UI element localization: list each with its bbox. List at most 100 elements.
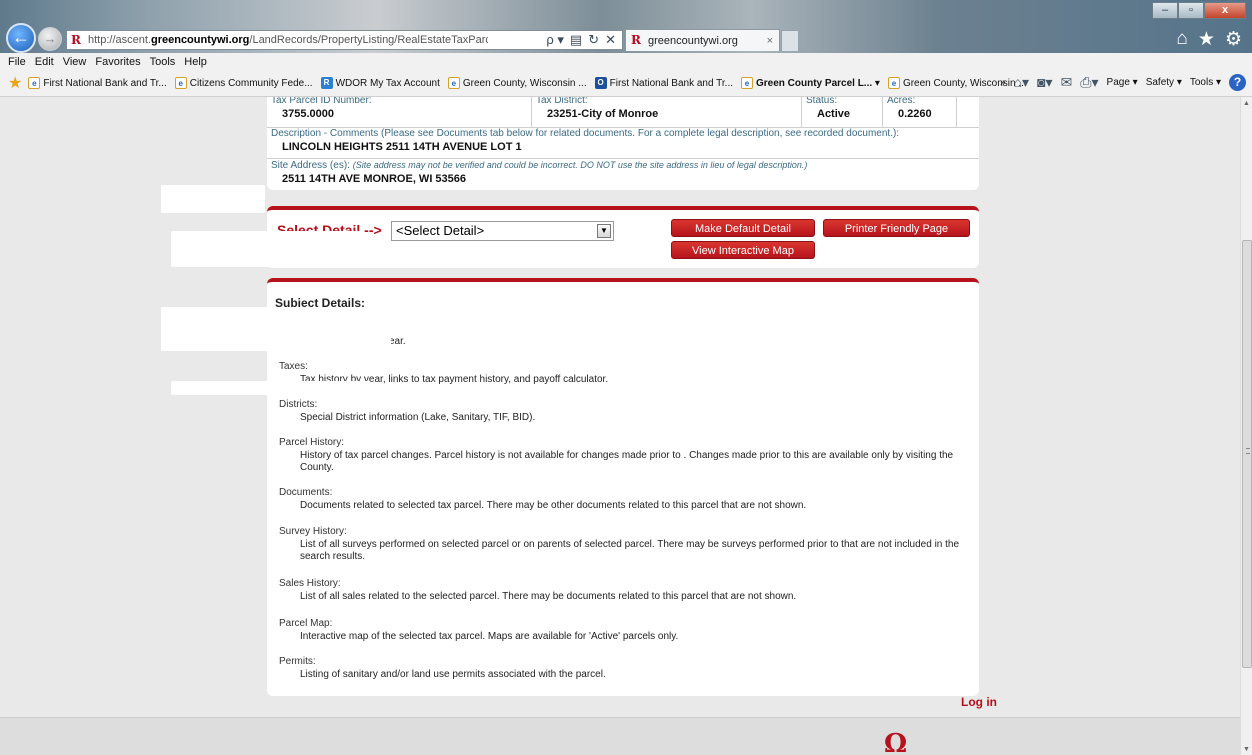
favorite-label: First National Bank and Tr... <box>43 77 167 89</box>
make-default-detail-button[interactable]: Make Default Detail <box>671 219 815 237</box>
browser-tab[interactable]: R greencountywi.org × <box>625 29 780 51</box>
compatibility-view-icon[interactable]: ▤ <box>570 32 582 48</box>
ie-page-icon: e <box>447 77 460 89</box>
vertical-scrollbar[interactable]: ▲ ▼ <box>1240 97 1252 755</box>
search-dropdown-icon[interactable]: ρ ▾ <box>546 32 564 48</box>
redaction-block <box>171 381 371 395</box>
site-address-value: 2511 14TH AVE MONROE, WI 53566 <box>282 173 467 185</box>
detail-heading: Permits: <box>279 656 316 667</box>
favorite-link[interactable]: e First National Bank and Tr... <box>28 77 167 89</box>
favorite-link[interactable]: R WDOR My Tax Account <box>320 77 440 89</box>
safety-menu[interactable]: Safety ▾ <box>1146 77 1182 88</box>
page-footer <box>0 717 1240 755</box>
ie-page-icon: e <box>174 77 187 89</box>
forward-button[interactable]: → <box>38 27 62 51</box>
refresh-icon[interactable]: ↻ <box>588 32 599 48</box>
ie-page-icon: e <box>887 77 900 89</box>
ie-page-icon: e <box>28 77 41 89</box>
detail-description: Interactive map of the selected tax parc… <box>300 631 679 642</box>
redaction-block <box>171 231 361 267</box>
tab-title: greencountywi.org <box>648 34 738 47</box>
view-interactive-map-button[interactable]: View Interactive Map <box>671 241 815 259</box>
minimize-button[interactable]: – <box>1152 2 1178 19</box>
home-icon[interactable]: ⌂ <box>1176 28 1187 51</box>
log-in-link[interactable]: Log in <box>961 695 997 709</box>
menu-tools[interactable]: Tools <box>150 56 176 68</box>
browser-toolbar-icons: ⌂ ★ ⚙ <box>1176 28 1242 51</box>
detail-heading: Districts: <box>279 399 318 410</box>
detail-heading: Survey History: <box>279 526 347 537</box>
scroll-up-icon[interactable]: ▲ <box>1243 100 1250 107</box>
detail-description: History of tax parcel changes. Parcel hi… <box>300 450 954 473</box>
tools-menu[interactable]: Tools ▾ <box>1190 77 1221 88</box>
parcel-summary-panel: Tax Parcel ID Number: 3755.0000 Tax Dist… <box>267 97 979 190</box>
detail-description: Documents related to selected tax parcel… <box>300 500 807 511</box>
page-menu[interactable]: Page ▾ <box>1107 77 1138 88</box>
menu-view[interactable]: View <box>63 56 87 68</box>
mail-icon[interactable]: ✉ <box>1061 74 1073 91</box>
back-button[interactable]: ← <box>6 23 36 53</box>
detail-heading: Sales History: <box>279 578 341 589</box>
detail-heading: Parcel Map: <box>279 618 333 629</box>
bank-icon: O <box>594 77 607 89</box>
address-bar[interactable]: R http://ascent.greencountywi.org/LandRe… <box>66 30 623 50</box>
print-icon[interactable]: ⎙▾ <box>1080 74 1098 91</box>
new-tab-button[interactable] <box>781 30 799 51</box>
site-address-label-line: Site Address (es): (Site address may not… <box>271 160 808 171</box>
detail-description: Tax history by year, links to tax paymen… <box>300 374 609 385</box>
menu-help[interactable]: Help <box>184 56 207 68</box>
favorites-overflow-icon[interactable]: » <box>1000 77 1006 88</box>
select-detail-dropdown[interactable]: <Select Detail> ▼ <box>391 221 614 241</box>
menu-favorites[interactable]: Favorites <box>95 56 140 68</box>
status-value: Active <box>817 108 851 120</box>
favorite-link[interactable]: O First National Bank and Tr... <box>594 77 733 89</box>
help-icon[interactable]: ? <box>1229 74 1246 91</box>
tab-favicon-icon: R <box>631 33 641 47</box>
favorite-folder[interactable]: e Green County Parcel L... ▾ <box>741 77 880 89</box>
redaction-block <box>161 185 265 213</box>
tax-parcel-label: Tax Parcel ID Number: <box>271 97 372 106</box>
status-label: Status: <box>806 97 838 106</box>
favorites-star-icon[interactable]: ★ <box>1198 28 1215 51</box>
command-bar: » ⌂▾ ◙▾ ✉ ⎙▾ Page ▾ Safety ▾ Tools ▾ ? <box>1000 74 1246 91</box>
detail-item-parcel-map: Parcel Map: Interactive map of the selec… <box>279 618 969 643</box>
acres-cell: Acres: 0.2260 <box>883 97 957 127</box>
redaction-block <box>161 307 391 351</box>
scroll-down-icon[interactable]: ▼ <box>1243 746 1250 753</box>
favorite-link[interactable]: e Citizens Community Fede... <box>174 77 313 89</box>
back-arrow-icon: ← <box>12 27 30 47</box>
stop-icon[interactable]: ✕ <box>605 32 616 48</box>
detail-item-parcel-history: Parcel History: History of tax parcel ch… <box>279 437 969 474</box>
county-logo-icon: Ω <box>884 729 908 755</box>
tax-parcel-value: 3755.0000 <box>282 108 334 120</box>
acres-value: 0.2260 <box>898 108 932 120</box>
favorite-link[interactable]: e Green County, Wisconsin ... <box>447 77 587 89</box>
maximize-button[interactable]: ▫ <box>1178 2 1204 19</box>
favorite-label: Citizens Community Fede... <box>189 77 313 89</box>
tab-close-icon[interactable]: × <box>767 35 773 47</box>
url-text[interactable]: http://ascent.greencountywi.org/LandReco… <box>88 34 488 46</box>
tax-district-value: 23251-City of Monroe <box>547 108 659 120</box>
chevron-down-icon[interactable]: ▼ <box>597 224 611 238</box>
settings-gear-icon[interactable]: ⚙ <box>1225 28 1242 51</box>
tax-district-label: Tax District: <box>536 97 588 106</box>
detail-heading: Taxes: <box>279 361 308 372</box>
status-cell: Status: Active <box>802 97 883 127</box>
menu-file[interactable]: File <box>8 56 26 68</box>
detail-description: List of all surveys performed on selecte… <box>300 539 960 562</box>
acres-label: Acres: <box>887 97 916 106</box>
home-dropdown-icon[interactable]: ⌂▾ <box>1014 74 1029 91</box>
ie-page-icon: e <box>741 77 753 89</box>
address-bar-icons: ρ ▾ ▤ ↻ ✕ <box>546 32 622 48</box>
menu-edit[interactable]: Edit <box>35 56 54 68</box>
favorites-add-star-icon[interactable]: ★ <box>8 73 22 93</box>
favorite-label: WDOR My Tax Account <box>335 77 440 89</box>
scrollbar-thumb[interactable] <box>1242 240 1252 668</box>
rss-feed-icon[interactable]: ◙▾ <box>1037 74 1052 91</box>
description-label: Description - Comments (Please see Docum… <box>271 128 900 139</box>
close-window-button[interactable]: x <box>1204 2 1246 19</box>
detail-item-documents: Documents: Documents related to selected… <box>279 487 969 512</box>
select-detail-value: <Select Detail> <box>396 223 485 238</box>
printer-friendly-page-button[interactable]: Printer Friendly Page <box>823 219 970 237</box>
parcel-id-row: Tax Parcel ID Number: 3755.0000 Tax Dist… <box>267 97 979 127</box>
